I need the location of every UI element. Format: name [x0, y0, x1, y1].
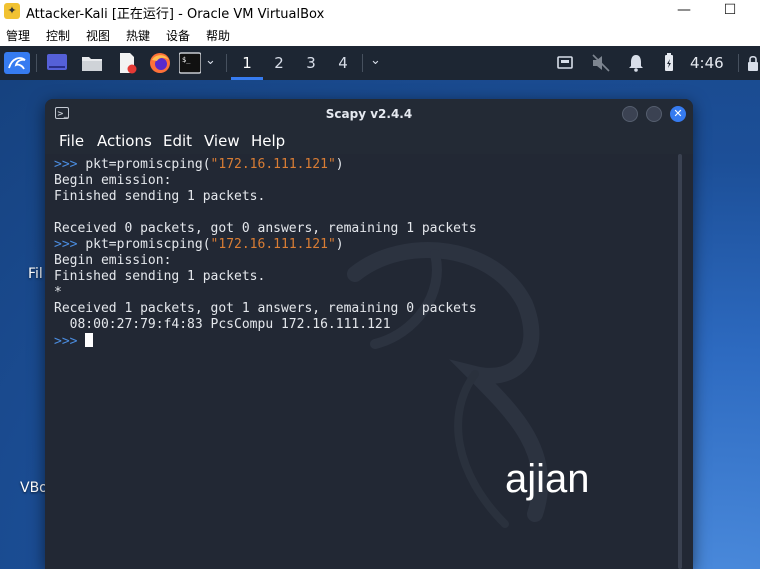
lock-icon[interactable] — [746, 52, 760, 74]
kali-menu-icon[interactable] — [4, 52, 30, 74]
show-desktop-icon[interactable] — [46, 52, 68, 74]
panel-separator — [226, 54, 227, 72]
kali-top-panel: $_ ⌄ 1 2 3 4 ⌄ 4:46 — [0, 46, 760, 80]
menu-devices[interactable]: 设备 — [166, 27, 190, 44]
author-watermark: ajian — [505, 457, 590, 501]
battery-icon[interactable] — [662, 52, 676, 74]
command-text: pkt=promiscping( — [85, 237, 211, 252]
menu-manage[interactable]: 管理 — [6, 27, 30, 44]
command-text: ) — [335, 157, 344, 172]
terminal-prompt: >>> — [54, 334, 86, 349]
terminal-line: * — [54, 285, 62, 300]
vbox-menu-bar: 管理 控制 视图 热键 设备 帮助 — [0, 22, 760, 46]
terminal-line: Begin emission: — [54, 173, 172, 188]
workspace-1[interactable]: 1 — [231, 46, 263, 80]
workspace-4[interactable]: 4 — [327, 46, 359, 80]
terminal-line: >>> pkt=promiscping("172.16.111.121") — [54, 237, 344, 253]
file-manager-icon[interactable] — [81, 52, 103, 74]
workspace-3[interactable]: 3 — [295, 46, 327, 80]
terminal-line: Finished sending 1 packets. — [54, 269, 266, 284]
menu-hotkey[interactable]: 热键 — [126, 27, 150, 44]
panel-separator — [36, 54, 37, 72]
workspace-2[interactable]: 2 — [263, 46, 295, 80]
terminal-menu-file[interactable]: File — [59, 132, 84, 150]
terminal-title-bar[interactable]: >_ Scapy v2.4.4 ✕ — [45, 99, 693, 129]
terminal-scrollbar[interactable] — [678, 154, 682, 569]
terminal-line: Begin emission: — [54, 253, 172, 268]
terminal-window: >_ Scapy v2.4.4 ✕ File Actions Edit View… — [45, 99, 693, 569]
firefox-icon[interactable] — [149, 52, 171, 74]
terminal-prompt: >>> — [54, 157, 86, 172]
menu-help[interactable]: 帮助 — [206, 27, 230, 44]
notifications-bell-icon[interactable] — [627, 52, 645, 74]
window-title: Attacker-Kali [正在运行] - Oracle VM Virtual… — [26, 7, 325, 22]
command-text: pkt=promiscping( — [85, 157, 211, 172]
text-cursor — [85, 333, 94, 347]
panel-separator — [738, 54, 739, 72]
maximize-button[interactable]: ☐ — [710, 0, 750, 22]
terminal-title: Scapy v2.4.4 — [325, 107, 413, 121]
network-icon[interactable] — [556, 52, 574, 74]
terminal-menu-view[interactable]: View — [204, 132, 240, 150]
command-string-arg: "172.16.111.121" — [210, 157, 336, 172]
command-string-arg: "172.16.111.121" — [210, 237, 336, 252]
chevron-down-icon[interactable]: ⌄ — [205, 53, 216, 68]
terminal-launcher-icon[interactable]: $_ — [179, 52, 201, 74]
terminal-output[interactable]: >>> pkt=promiscping("172.16.111.121") Be… — [45, 154, 693, 569]
terminal-input-line[interactable]: >>> — [54, 333, 94, 349]
command-text: ) — [335, 237, 344, 252]
terminal-line: Finished sending 1 packets. — [54, 189, 266, 204]
terminal-menu-bar: File Actions Edit View Help — [45, 129, 693, 154]
terminal-menu-help[interactable]: Help — [251, 132, 285, 150]
terminal-menu-actions[interactable]: Actions — [97, 132, 152, 150]
terminal-prompt: >>> — [54, 237, 86, 252]
text-editor-icon[interactable] — [116, 52, 138, 74]
terminal-maximize-button[interactable] — [646, 106, 662, 122]
desktop-icon-label[interactable]: Fil — [28, 266, 43, 282]
minimize-button[interactable]: — — [664, 0, 704, 22]
terminal-close-button[interactable]: ✕ — [670, 106, 686, 122]
panel-separator — [362, 54, 363, 72]
svg-text:$_: $_ — [182, 56, 191, 64]
terminal-menu-edit[interactable]: Edit — [163, 132, 192, 150]
terminal-line: Received 0 packets, got 0 answers, remai… — [54, 221, 477, 236]
virtualbox-logo-icon: ✦ — [4, 3, 20, 19]
terminal-line: >>> pkt=promiscping("172.16.111.121") — [54, 157, 344, 173]
terminal-line: 08:00:27:79:f4:83 PcsCompu 172.16.111.12… — [54, 317, 391, 332]
chevron-down-icon[interactable]: ⌄ — [370, 53, 381, 68]
terminal-line: Received 1 packets, got 1 answers, remai… — [54, 301, 477, 316]
menu-control[interactable]: 控制 — [46, 27, 70, 44]
volume-muted-icon[interactable] — [590, 52, 612, 74]
vbox-title-bar: ✦ Attacker-Kali [正在运行] - Oracle VM Virtu… — [0, 0, 760, 22]
menu-view[interactable]: 视图 — [86, 27, 110, 44]
terminal-minimize-button[interactable] — [622, 106, 638, 122]
panel-clock[interactable]: 4:46 — [690, 54, 724, 72]
